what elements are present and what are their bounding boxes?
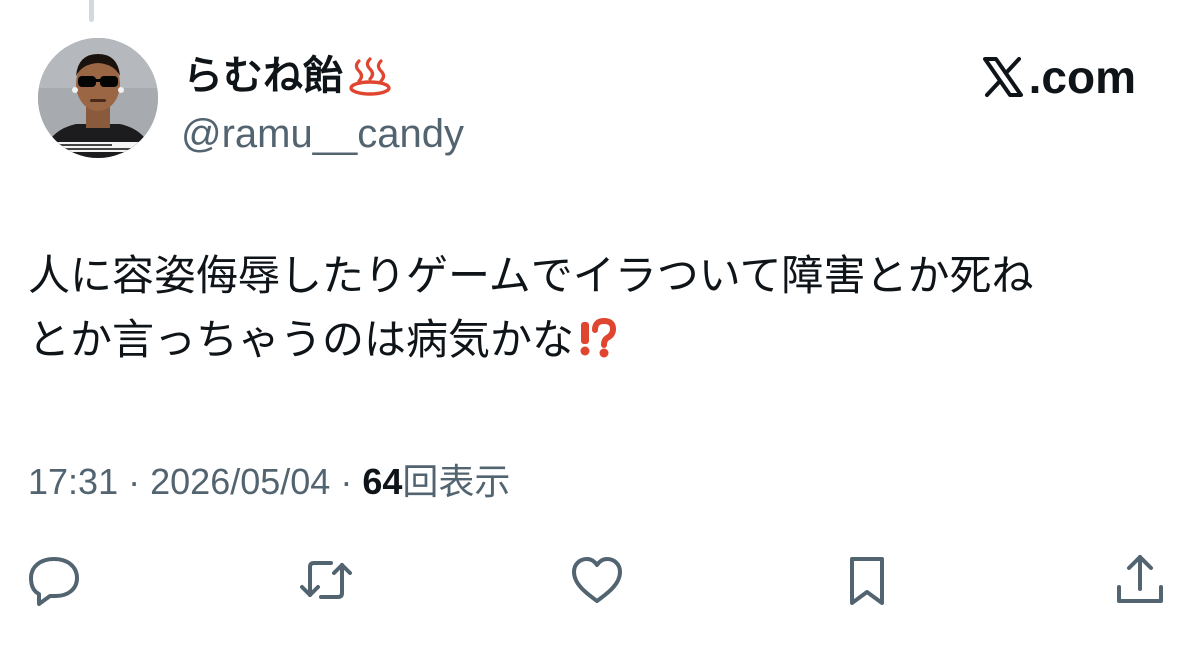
- like-button[interactable]: [565, 548, 629, 612]
- meta-separator: ·: [340, 461, 353, 502]
- thread-connector-line: [89, 0, 94, 22]
- avatar-image: [38, 38, 158, 158]
- brand-domain: .com: [1028, 51, 1136, 103]
- tweet-text-line-content: とか言っちゃうのは病気かな: [28, 316, 575, 363]
- tweet-text: 人に容姿侮辱したりゲームでイラついて障害とか死ね とか言っちゃうのは病気かな: [28, 244, 1178, 372]
- tweet-date[interactable]: 2026/05/04: [150, 461, 330, 502]
- tweet-text-line: とか言っちゃうのは病気かな: [28, 308, 1178, 372]
- retweet-icon: [300, 561, 352, 599]
- bookmark-icon: [850, 557, 884, 605]
- user-display-name[interactable]: らむね飴: [183, 52, 393, 100]
- hot-springs-icon: [349, 57, 391, 96]
- meta-separator: ·: [128, 461, 141, 502]
- exclamation-question-icon: [580, 317, 617, 358]
- share-icon: [1117, 555, 1163, 603]
- tweet-text-line: 人に容姿侮辱したりゲームでイラついて障害とか死ね: [28, 252, 1034, 299]
- brand-watermark: .com: [981, 51, 1136, 103]
- retweet-button[interactable]: [294, 548, 358, 612]
- display-name-text: らむね飴: [183, 54, 343, 98]
- share-button[interactable]: [1108, 548, 1172, 612]
- tweet-meta: 17:31 · 2026/05/04 · 64回表示: [28, 458, 510, 506]
- tweet-time[interactable]: 17:31: [28, 461, 118, 502]
- reply-icon: [29, 557, 79, 606]
- like-icon: [572, 557, 622, 603]
- x-logo-icon: [982, 57, 1023, 97]
- avatar[interactable]: [38, 38, 158, 158]
- bookmark-button[interactable]: [835, 548, 899, 612]
- views-count: 64: [362, 461, 403, 502]
- user-handle[interactable]: @ramu__candy: [181, 110, 464, 158]
- reply-button[interactable]: [22, 548, 86, 612]
- views-label: 回表示: [402, 461, 511, 502]
